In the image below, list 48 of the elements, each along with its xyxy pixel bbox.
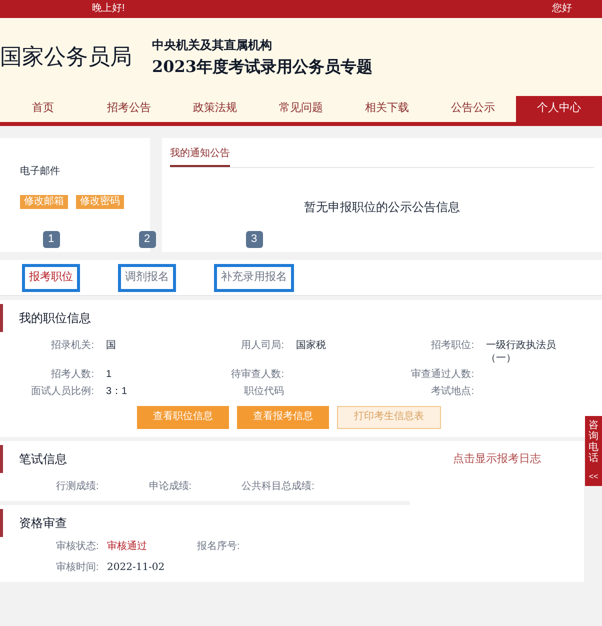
score-label: 行测成绩: (56, 480, 99, 493)
status-value: 审核通过 (107, 541, 148, 554)
nav-link[interactable]: 相关下载 (344, 96, 430, 122)
log-link[interactable]: 点击显示报考日志 (453, 452, 541, 466)
tab[interactable]: 调剂报名 (118, 264, 176, 292)
field-label: 考试地点: (430, 386, 474, 398)
field-value: 3：1 (106, 386, 128, 398)
section-title: 资格审查 (19, 516, 67, 530)
nav-link[interactable]: 公告公示 (430, 96, 516, 122)
header-subtitle: 中央机关及其直属机构 (152, 38, 273, 52)
field-label: 职位代码 (243, 386, 284, 398)
field-value: 国家税 (296, 340, 327, 352)
empty-notice-text: 暂无申报职位的公示公告信息 (303, 200, 461, 214)
nav-link[interactable]: 招考公告 (86, 96, 172, 122)
number-badge: 1 (42, 231, 60, 248)
number-badge: 2 (138, 231, 156, 248)
email-label: 电子邮件 (20, 166, 61, 178)
field-label: 报名序号: (197, 541, 240, 554)
field-label: 招录机关: (50, 340, 94, 352)
nav-link[interactable]: 政策法规 (172, 96, 258, 122)
field-label: 审核状态: (56, 541, 100, 554)
section-title: 笔试信息 (19, 452, 67, 466)
site-logo: 国家公务员局 (0, 43, 132, 71)
field-value: 一级行政执法员（一） (486, 340, 557, 365)
tab[interactable]: 报考职位 (22, 264, 80, 292)
nav-link[interactable]: 常见问题 (258, 96, 344, 122)
field-label: 待审查人数: (230, 369, 284, 382)
field-label: 招考人数: (50, 369, 94, 382)
field-value: 国 (106, 340, 117, 352)
field-label: 面试人员比例: (30, 386, 94, 398)
greeting-text: 您好 (552, 2, 572, 16)
field-label: 审核时间: (56, 562, 100, 574)
field-value: 1 (106, 369, 113, 382)
score-label: 申论成绩: (148, 480, 192, 493)
header-title: 2023年度考试录用公务员专题 (152, 56, 373, 76)
consult-side-tab[interactable]: 咨询电话 << (585, 416, 602, 486)
greeting-text: 晚上好! (92, 2, 125, 16)
nav-link[interactable]: 首页 (0, 96, 86, 122)
notice-tab[interactable]: 我的通知公告 (170, 148, 230, 166)
field-label: 用人司局: (240, 340, 284, 352)
score-label: 公共科目总成绩: (242, 480, 314, 493)
tab[interactable]: 补充录用报名 (214, 264, 294, 292)
field-label: 招考职位: (430, 340, 474, 352)
number-badge: 3 (246, 231, 262, 248)
field-label: 审查通过人数: (410, 369, 474, 382)
nav-link[interactable]: 个人中心 (516, 96, 602, 122)
date-value: 2022-11-02 (107, 562, 165, 574)
section-title: 我的职位信息 (19, 311, 91, 325)
